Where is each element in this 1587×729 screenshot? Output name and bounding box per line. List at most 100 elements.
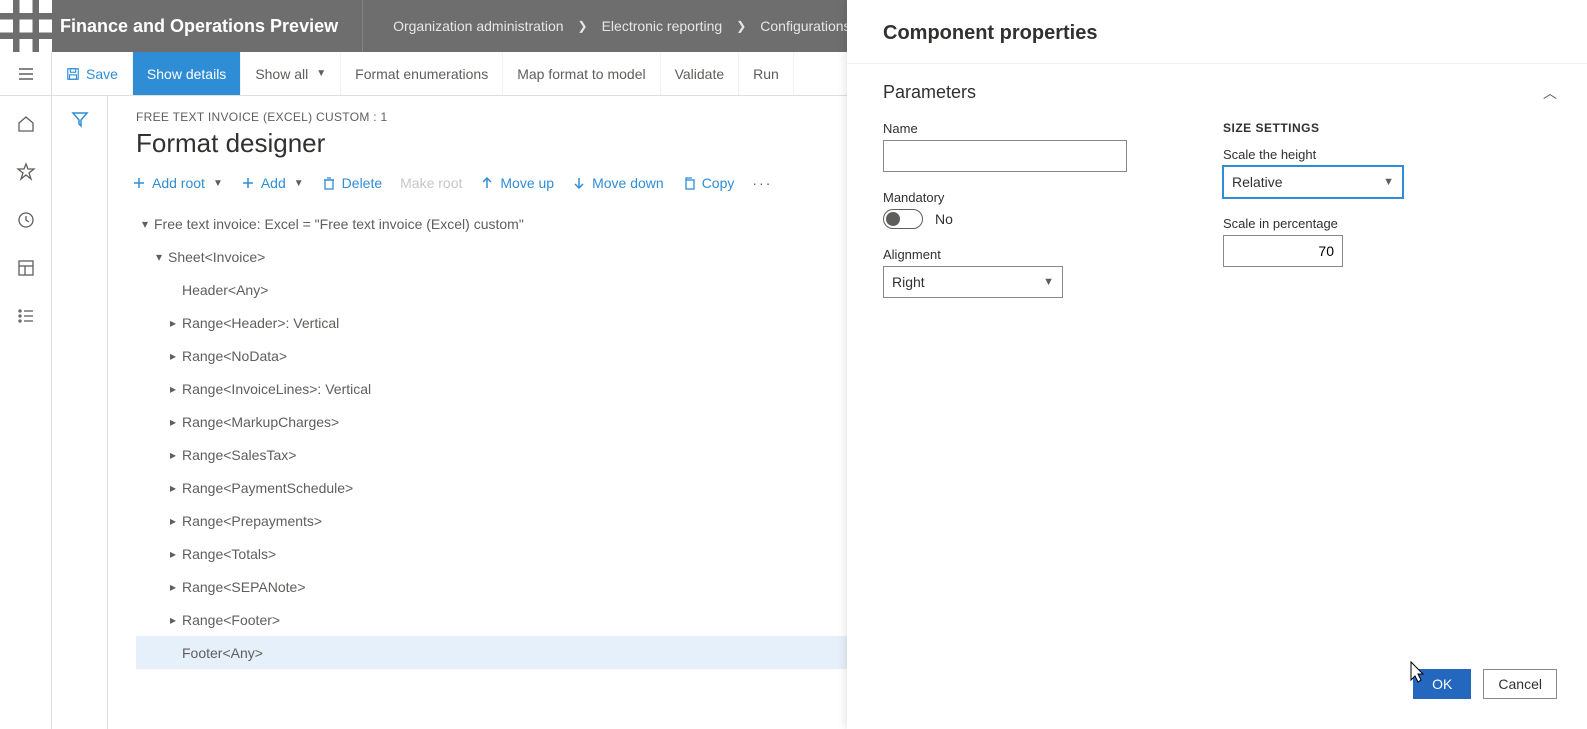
parameters-section-title: Parameters xyxy=(883,82,976,103)
name-input[interactable] xyxy=(883,140,1127,172)
caret-right-icon[interactable] xyxy=(164,448,182,462)
validate-button[interactable]: Validate xyxy=(661,52,740,95)
caret-right-icon[interactable] xyxy=(164,481,182,495)
delete-button[interactable]: Delete xyxy=(322,175,382,191)
filter-icon[interactable] xyxy=(71,110,89,729)
run-button[interactable]: Run xyxy=(739,52,794,95)
tree-node-label: Free text invoice: Excel = "Free text in… xyxy=(154,216,524,232)
add-button[interactable]: Add ▼ xyxy=(241,175,304,191)
mandatory-toggle[interactable] xyxy=(883,209,923,229)
chevron-down-icon: ▼ xyxy=(1383,176,1394,188)
chevron-right-icon: ❯ xyxy=(578,19,588,33)
ok-button[interactable]: OK xyxy=(1413,669,1471,699)
breadcrumb-item[interactable]: Organization administration xyxy=(393,18,563,34)
show-details-label: Show details xyxy=(147,66,226,82)
breadcrumb-item[interactable]: Configurations xyxy=(760,18,850,34)
caret-right-icon[interactable] xyxy=(164,349,182,363)
caret-right-icon[interactable] xyxy=(164,514,182,528)
show-all-button[interactable]: Show all ▼ xyxy=(241,52,341,95)
save-button[interactable]: Save xyxy=(52,52,133,95)
caret-right-icon[interactable] xyxy=(164,613,182,627)
chevron-down-icon: ▼ xyxy=(316,68,326,79)
add-root-button[interactable]: Add root ▼ xyxy=(132,175,223,191)
filter-column xyxy=(52,96,108,729)
caret-right-icon[interactable] xyxy=(164,382,182,396)
trash-icon xyxy=(322,176,336,190)
scale-percent-field: Scale in percentage xyxy=(1223,216,1443,267)
chevron-down-icon: ▼ xyxy=(1043,276,1054,288)
tree-node-label: Range<NoData> xyxy=(182,348,287,364)
mandatory-value: No xyxy=(935,211,953,227)
copy-icon xyxy=(682,176,696,190)
make-root-button: Make root xyxy=(400,175,462,191)
caret-right-icon[interactable] xyxy=(164,547,182,561)
mandatory-label: Mandatory xyxy=(883,190,1163,205)
scale-height-field: Scale the height Relative ▼ xyxy=(1223,147,1443,198)
favorite-icon[interactable] xyxy=(14,160,38,184)
add-label: Add xyxy=(261,175,286,191)
scale-height-label: Scale the height xyxy=(1223,147,1443,162)
component-properties-panel: Component properties Parameters ︿ Name M… xyxy=(847,0,1587,729)
format-enumerations-button[interactable]: Format enumerations xyxy=(341,52,503,95)
copy-button[interactable]: Copy xyxy=(682,175,735,191)
panel-title: Component properties xyxy=(847,0,1587,64)
modules-icon[interactable] xyxy=(14,304,38,328)
tree-node-label: Range<Totals> xyxy=(182,546,276,562)
app-title: Finance and Operations Preview xyxy=(52,16,362,37)
scale-percent-input[interactable] xyxy=(1223,235,1343,267)
name-field: Name xyxy=(883,121,1163,172)
move-up-label: Move up xyxy=(500,175,554,191)
tree-node-label: Range<SalesTax> xyxy=(182,447,296,463)
mandatory-field: Mandatory No xyxy=(883,190,1163,229)
hamburger-icon[interactable] xyxy=(0,52,52,95)
format-enum-label: Format enumerations xyxy=(355,66,488,82)
scale-percent-label: Scale in percentage xyxy=(1223,216,1443,231)
tree-node-label: Range<InvoiceLines>: Vertical xyxy=(182,381,371,397)
cancel-button[interactable]: Cancel xyxy=(1483,669,1557,699)
caret-right-icon[interactable] xyxy=(164,316,182,330)
alignment-field: Alignment Right ▼ xyxy=(883,247,1163,298)
tree-node-label: Range<Header>: Vertical xyxy=(182,315,339,331)
move-up-button[interactable]: Move up xyxy=(480,175,554,191)
size-settings-heading: SIZE SETTINGS xyxy=(1223,121,1443,135)
scale-height-select[interactable]: Relative ▼ xyxy=(1223,166,1403,198)
tree-node-label: Range<PaymentSchedule> xyxy=(182,480,353,496)
caret-down-icon[interactable] xyxy=(150,250,168,264)
arrow-down-icon xyxy=(572,176,586,190)
name-label: Name xyxy=(883,121,1163,136)
chevron-right-icon: ❯ xyxy=(736,19,746,33)
copy-label: Copy xyxy=(702,175,735,191)
overflow-button[interactable]: ··· xyxy=(752,175,772,191)
make-root-label: Make root xyxy=(400,175,462,191)
arrow-up-icon xyxy=(480,176,494,190)
map-format-label: Map format to model xyxy=(517,66,645,82)
plus-icon xyxy=(132,176,146,190)
alignment-select[interactable]: Right ▼ xyxy=(883,266,1063,298)
workspace-icon[interactable] xyxy=(14,256,38,280)
save-icon xyxy=(66,67,80,81)
tree-node-label: Footer<Any> xyxy=(182,645,263,661)
tree-node-label: Range<Prepayments> xyxy=(182,513,322,529)
recent-icon[interactable] xyxy=(14,208,38,232)
map-format-button[interactable]: Map format to model xyxy=(503,52,660,95)
nav-rail xyxy=(0,96,52,729)
add-root-label: Add root xyxy=(152,175,205,191)
app-launcher-icon[interactable] xyxy=(0,0,52,52)
show-details-button[interactable]: Show details xyxy=(133,52,241,95)
run-label: Run xyxy=(753,66,779,82)
tree-node-label: Range<Footer> xyxy=(182,612,280,628)
tree-node-label: Range<MarkupCharges> xyxy=(182,414,339,430)
caret-down-icon[interactable] xyxy=(136,217,154,231)
breadcrumb: Organization administration ❯ Electronic… xyxy=(363,18,850,34)
home-icon[interactable] xyxy=(14,112,38,136)
breadcrumb-item[interactable]: Electronic reporting xyxy=(602,18,723,34)
move-down-button[interactable]: Move down xyxy=(572,175,664,191)
plus-icon xyxy=(241,176,255,190)
collapse-section-icon[interactable]: ︿ xyxy=(1543,83,1557,103)
caret-right-icon[interactable] xyxy=(164,415,182,429)
caret-right-icon[interactable] xyxy=(164,580,182,594)
scale-height-value: Relative xyxy=(1232,174,1283,190)
move-down-label: Move down xyxy=(592,175,664,191)
validate-label: Validate xyxy=(675,66,725,82)
delete-label: Delete xyxy=(342,175,382,191)
